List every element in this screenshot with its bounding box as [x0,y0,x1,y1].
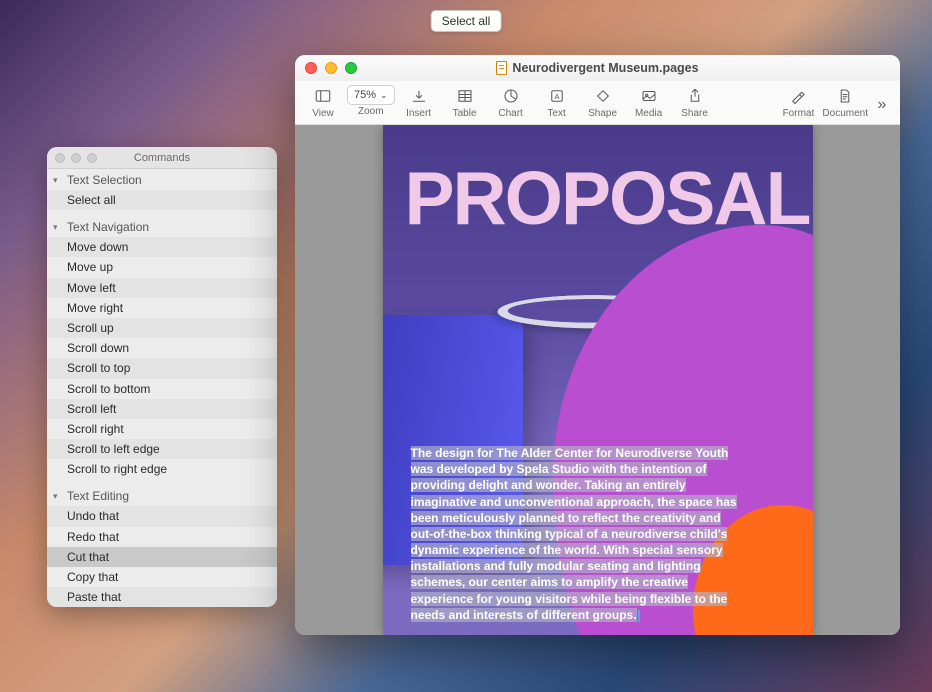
command-item[interactable]: Select all [47,190,277,210]
command-item[interactable]: Move up [47,257,277,277]
section-list-text-navigation: Move down Move up Move left Move right S… [47,237,277,479]
voice-command-tooltip: Select all [431,10,502,32]
close-button[interactable] [305,62,317,74]
section-header-text-selection[interactable]: ▾ Text Selection [47,169,277,190]
table-icon [451,85,479,107]
command-item[interactable]: Scroll up [47,318,277,338]
command-item[interactable]: Undo that [47,506,277,526]
toolbar-table[interactable]: Table [443,85,487,119]
window-title: Neurodivergent Museum.pages [295,61,900,75]
toolbar-zoom[interactable]: 75% ⌄ Zoom [347,85,395,117]
share-icon [681,85,709,107]
command-item[interactable]: Scroll to left edge [47,439,277,459]
command-item[interactable]: Scroll to bottom [47,379,277,399]
traffic-lights[interactable] [305,62,357,74]
command-item[interactable]: Move right [47,298,277,318]
section-list-text-selection: Select all [47,190,277,210]
document-heading[interactable]: PROPOSAL [405,155,813,241]
toolbar: View 75% ⌄ Zoom Insert Table Chart A Tex… [295,81,900,125]
chevron-down-icon: ⌄ [380,90,388,101]
command-item[interactable]: Move down [47,237,277,257]
toolbar-text[interactable]: A Text [535,85,579,119]
panel-max-dot[interactable] [87,153,97,163]
document-page[interactable]: PROPOSAL The design for The Alder Center… [383,125,813,635]
commands-panel: Commands ▾ Text Selection Select all ▾ T… [47,147,277,607]
chevron-right-double-icon: » [878,96,887,114]
section-label: Text Navigation [67,220,149,234]
toolbar-insert[interactable]: Insert [397,85,441,119]
svg-text:A: A [554,92,559,101]
tooltip-text: Select all [442,14,491,28]
window-title-text: Neurodivergent Museum.pages [512,61,698,75]
section-list-text-editing: Undo that Redo that Cut that Copy that P… [47,506,277,607]
selected-text[interactable]: The design for The Alder Center for Neur… [411,446,737,622]
commands-titlebar[interactable]: Commands [47,147,277,169]
command-item[interactable]: Scroll right [47,419,277,439]
insert-icon [405,85,433,107]
section-label: Text Selection [67,173,142,187]
command-item[interactable]: Redo that [47,527,277,547]
command-item[interactable]: Scroll to top [47,358,277,378]
command-item[interactable]: Move left [47,278,277,298]
pages-doc-icon [496,61,507,75]
window-titlebar[interactable]: Neurodivergent Museum.pages [295,55,900,81]
command-item[interactable]: Scroll down [47,338,277,358]
toolbar-shape[interactable]: Shape [581,85,625,119]
format-icon [784,85,812,107]
minimize-button[interactable] [325,62,337,74]
command-item[interactable]: Scroll to right edge [47,459,277,479]
command-item[interactable]: Paste that [47,587,277,607]
zoom-value: 75% [354,89,376,101]
chart-icon [497,85,525,107]
chevron-down-icon: ▾ [53,222,63,233]
sidebar-icon [309,85,337,107]
command-item[interactable]: Copy that [47,567,277,587]
text-cursor [638,610,640,622]
toolbar-share[interactable]: Share [673,85,717,119]
toolbar-media[interactable]: Media [627,85,671,119]
panel-close-dot[interactable] [55,153,65,163]
document-canvas[interactable]: PROPOSAL The design for The Alder Center… [295,125,900,635]
chevron-down-icon: ▾ [53,175,63,186]
text-icon: A [543,85,571,107]
toolbar-document[interactable]: Document [822,85,868,119]
chevron-down-icon: ▾ [53,491,63,502]
toolbar-overflow[interactable]: » [870,85,894,125]
section-header-text-editing[interactable]: ▾ Text Editing [47,485,277,506]
pages-app-window: Neurodivergent Museum.pages View 75% ⌄ Z… [295,55,900,635]
shape-icon [589,85,617,107]
panel-window-controls[interactable] [55,153,97,163]
fullscreen-button[interactable] [345,62,357,74]
toolbar-view[interactable]: View [301,85,345,119]
document-icon [831,85,859,107]
section-label: Text Editing [67,489,129,503]
command-item[interactable]: Scroll left [47,399,277,419]
section-header-text-navigation[interactable]: ▾ Text Navigation [47,216,277,237]
toolbar-format[interactable]: Format [776,85,820,119]
media-icon [635,85,663,107]
zoom-dropdown[interactable]: 75% ⌄ [347,85,395,105]
panel-min-dot[interactable] [71,153,81,163]
toolbar-chart[interactable]: Chart [489,85,533,119]
command-item-selected[interactable]: Cut that [47,547,277,567]
document-body-text[interactable]: The design for The Alder Center for Neur… [411,445,741,623]
